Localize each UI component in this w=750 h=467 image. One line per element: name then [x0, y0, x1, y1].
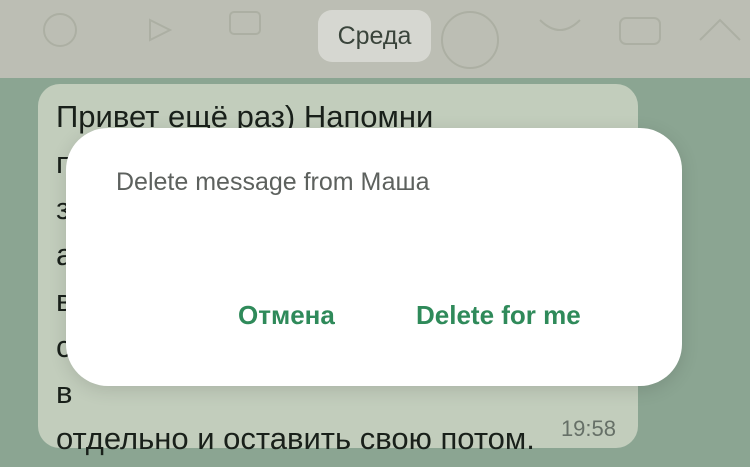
delete-message-dialog: Delete message from Маша Отмена Delete f… [66, 128, 682, 386]
delete-for-me-button[interactable]: Delete for me [408, 290, 589, 340]
dialog-actions: Отмена Delete for me [66, 290, 682, 340]
cancel-button[interactable]: Отмена [230, 290, 343, 340]
dialog-title: Delete message from Маша [116, 168, 430, 196]
